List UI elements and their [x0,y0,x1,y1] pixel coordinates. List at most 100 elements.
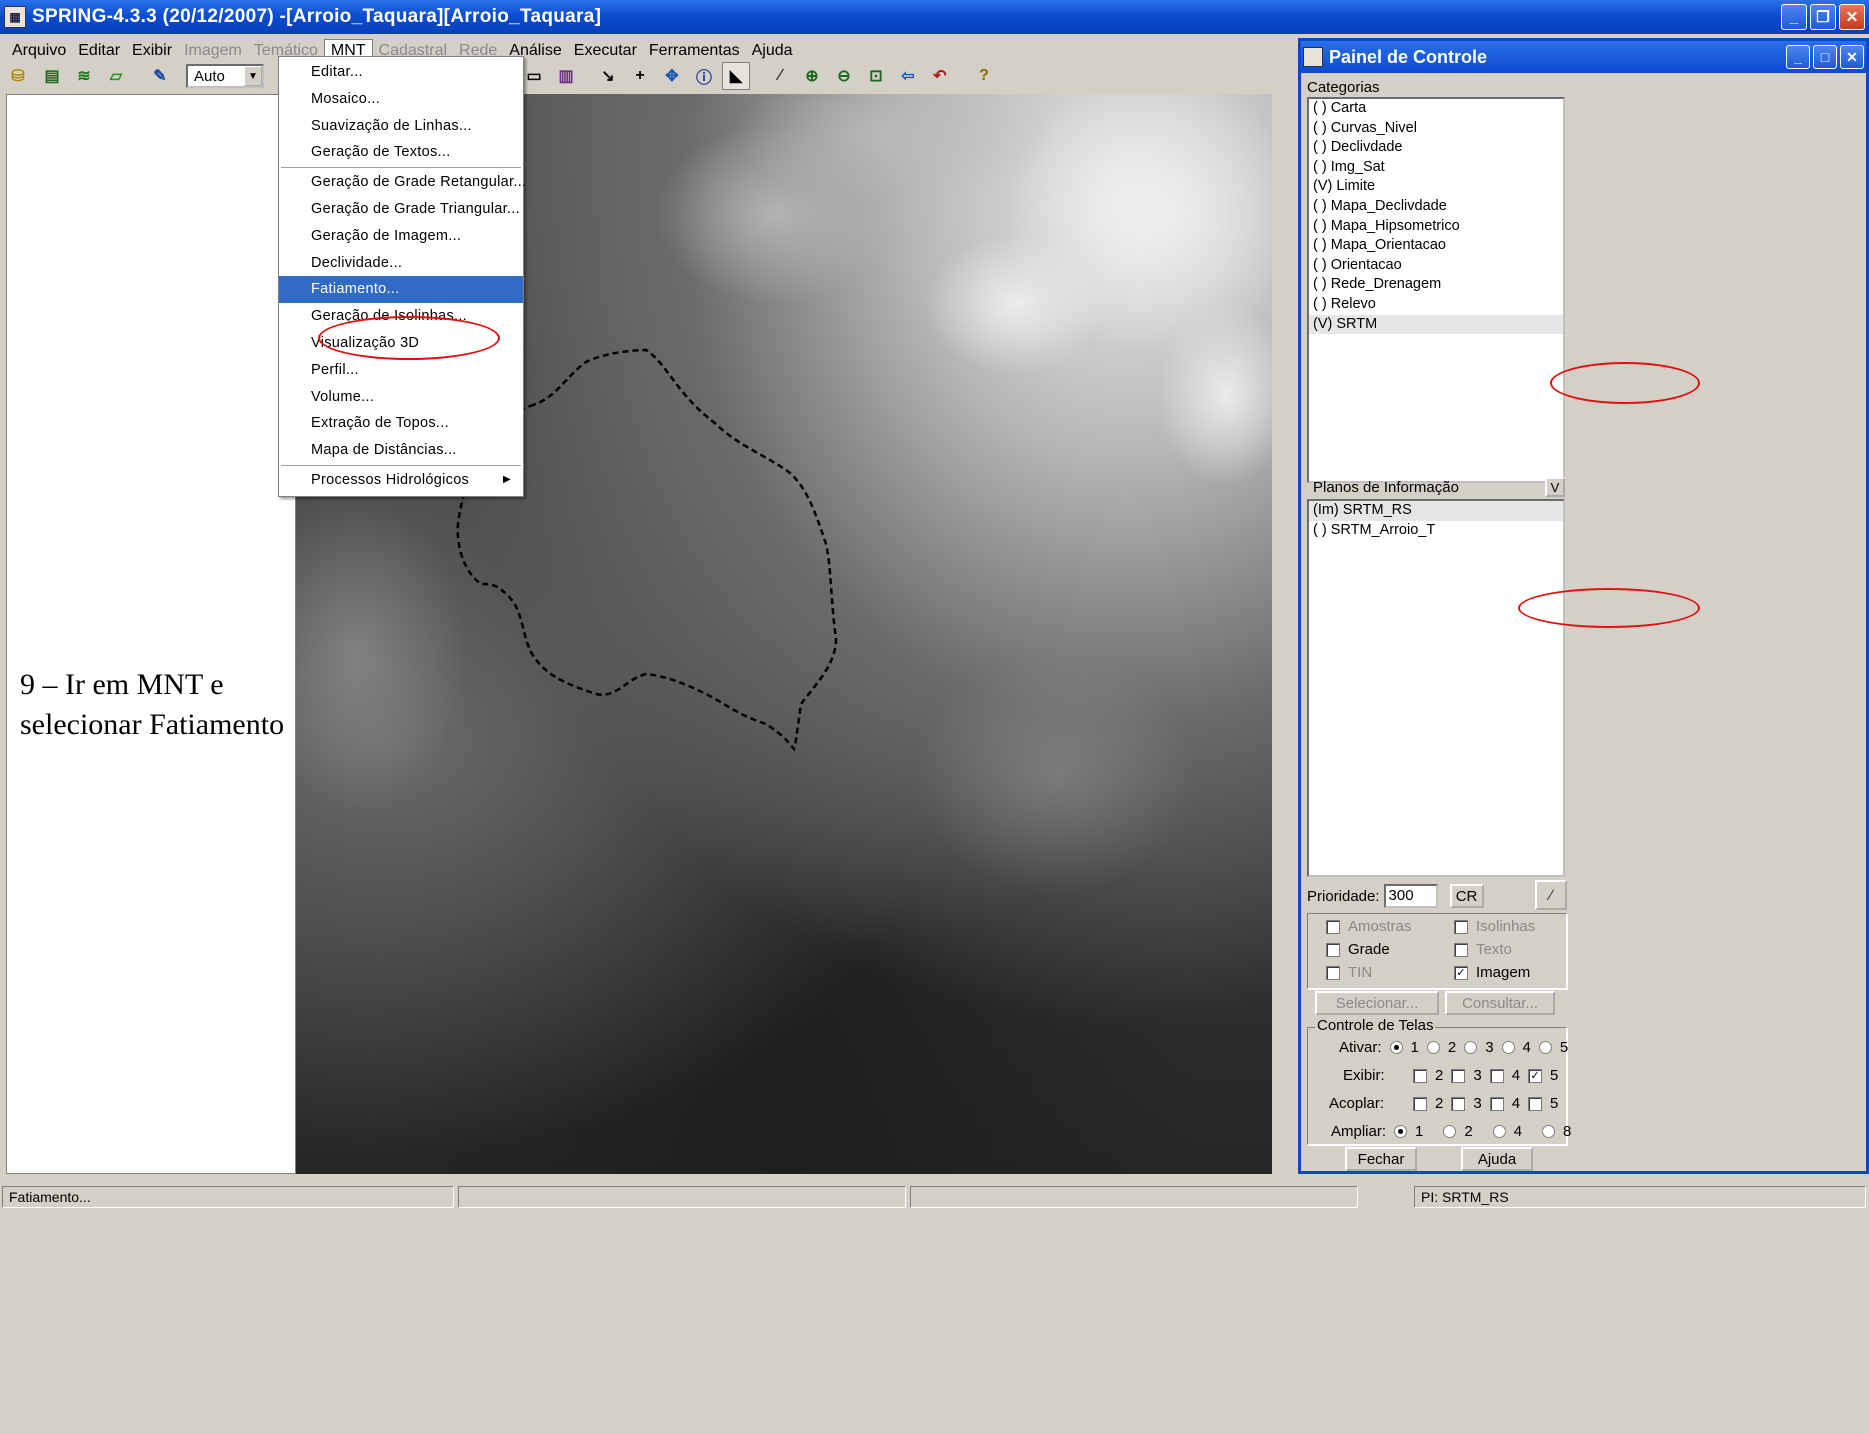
mnt-grade-triangular-item[interactable]: Geração de Grade Triangular... [279,196,523,223]
menu-arquivo[interactable]: Arquivo [6,40,72,62]
category-item[interactable]: ( ) Relevo [1309,295,1563,315]
amostras-checkbox[interactable] [1326,919,1340,934]
planos-list[interactable]: (Im) SRTM_RS ( ) SRTM_Arroio_T [1307,499,1565,877]
mnt-mapa-distancias-item[interactable]: Mapa de Distâncias... [279,437,523,464]
category-item[interactable]: ( ) Mapa_Declivdade [1309,197,1563,217]
mnt-extracao-topos-item[interactable]: Extração de Topos... [279,410,523,437]
mnt-declividade-item[interactable]: Declividade... [279,250,523,277]
category-item[interactable]: (V) Limite [1309,177,1563,197]
cr-button[interactable]: CR [1449,884,1484,908]
close-icon[interactable]: ✕ [1840,45,1864,69]
ampliar-radio-1[interactable] [1394,1125,1408,1138]
restore-icon[interactable]: ❐ [1810,4,1836,30]
ampliar-radio-8[interactable] [1542,1125,1556,1138]
zoom-area-icon[interactable]: ⊡ [862,62,890,90]
menu-imagem[interactable]: Imagem [178,40,248,62]
exibir-checkbox-5[interactable]: ✓ [1528,1068,1543,1083]
grade-option[interactable]: Grade [1326,941,1390,958]
texto-checkbox[interactable] [1454,942,1468,957]
imagem-option[interactable]: ✓ Imagem [1454,964,1530,981]
menu-ferramentas[interactable]: Ferramentas [643,40,746,62]
project-icon[interactable]: ▤ [38,62,66,90]
tin-checkbox[interactable] [1326,965,1340,980]
ajuda-button[interactable]: Ajuda [1461,1147,1533,1171]
edit-line-icon[interactable]: ∕ [766,62,794,90]
mnt-suavizacao-item[interactable]: Suavização de Linhas... [279,113,523,140]
category-item[interactable]: ( ) Mapa_Orientacao [1309,236,1563,256]
prioridade-input[interactable]: 300 [1383,884,1438,908]
pan-icon[interactable]: ✥ [658,62,686,90]
minimize-icon[interactable]: _ [1786,45,1810,69]
edit-pencil-icon[interactable]: ∕ [1535,880,1567,910]
close-icon[interactable]: ✕ [1839,4,1865,30]
acoplar-checkbox-3[interactable] [1451,1096,1466,1111]
zoom-select[interactable]: Auto ▼ [186,64,264,88]
grade-checkbox[interactable] [1326,942,1340,957]
chevron-down-icon[interactable]: ▼ [244,66,262,86]
mnt-geracao-textos-item[interactable]: Geração de Textos... [279,139,523,166]
planos-toggle-button[interactable]: V [1545,477,1565,497]
zoom-out-icon[interactable]: ⊖ [830,62,858,90]
category-item[interactable]: ( ) Declivdade [1309,138,1563,158]
amostras-option[interactable]: Amostras [1326,918,1411,935]
exibir-checkbox-4[interactable] [1489,1068,1504,1083]
control-panel-title-bar[interactable]: Painel de Controle _ □ ✕ [1301,41,1866,73]
isolinhas-option[interactable]: Isolinhas [1454,918,1535,935]
category-item[interactable]: ( ) Img_Sat [1309,158,1563,178]
menu-executar[interactable]: Executar [568,40,643,62]
mnt-perfil-item[interactable]: Perfil... [279,357,523,384]
database-icon[interactable]: ⛁ [4,62,32,90]
acoplar-checkbox-2[interactable] [1413,1096,1427,1111]
plano-item[interactable]: ( ) SRTM_Arroio_T [1309,521,1563,541]
ativar-radio-1[interactable] [1389,1041,1403,1054]
acoplar-checkbox-4[interactable] [1489,1096,1504,1111]
ativar-radio-2[interactable] [1426,1041,1440,1054]
mnt-mosaico-item[interactable]: Mosaico... [279,86,523,113]
draw-icon[interactable]: ✎ [146,62,174,90]
minimize-icon[interactable]: _ [1781,4,1807,30]
mnt-visualizacao-3d-item[interactable]: Visualização 3D [279,330,523,357]
mnt-isolinhas-item[interactable]: Geração de Isolinhas... [279,303,523,330]
menu-editar[interactable]: Editar [72,40,126,62]
mnt-editar-item[interactable]: Editar... [279,59,523,86]
imagem-checkbox[interactable]: ✓ [1454,965,1468,980]
menu-ajuda[interactable]: Ajuda [746,40,799,62]
info-icon[interactable]: ⓘ [690,62,718,90]
grid-view-icon[interactable]: ▥ [552,62,580,90]
layers-icon[interactable]: ≋ [70,62,98,90]
category-item[interactable]: ( ) Curvas_Nivel [1309,119,1563,139]
plano-item-srtm-rs[interactable]: (Im) SRTM_RS [1309,501,1563,521]
selecionar-button[interactable]: Selecionar... [1315,991,1439,1015]
category-item[interactable]: ( ) Mapa_Hipsometrico [1309,217,1563,237]
zoom-in-icon[interactable]: ⊕ [798,62,826,90]
texto-option[interactable]: Texto [1454,941,1512,958]
cursor-icon[interactable]: ↘ [594,62,622,90]
query-icon[interactable]: ◣ [722,62,750,90]
app-icon[interactable]: ▦ [4,6,26,28]
categories-list[interactable]: ( ) Carta ( ) Curvas_Nivel ( ) Declivdad… [1307,97,1565,483]
mnt-fatiamento-item[interactable]: Fatiamento... [279,276,523,304]
ampliar-radio-2[interactable] [1443,1125,1457,1138]
help-icon[interactable]: ? [970,62,998,90]
exibir-checkbox-3[interactable] [1451,1068,1466,1083]
ativar-radio-3[interactable] [1464,1041,1478,1054]
mnt-geracao-imagem-item[interactable]: Geração de Imagem... [279,223,523,250]
exibir-checkbox-2[interactable] [1413,1068,1427,1083]
menu-exibir[interactable]: Exibir [126,40,178,62]
ampliar-radio-4[interactable] [1492,1125,1506,1138]
category-item[interactable]: ( ) Carta [1309,99,1563,119]
maximize-icon[interactable]: □ [1813,45,1837,69]
ativar-radio-4[interactable] [1501,1041,1515,1054]
screen-icon[interactable]: ▭ [520,62,548,90]
crosshair-icon[interactable]: + [626,62,654,90]
back-arrow-icon[interactable]: ⇦ [894,62,922,90]
mnt-processos-hidrologicos-item[interactable]: Processos Hidrológicos ▶ [279,467,523,494]
category-item[interactable]: ( ) Orientacao [1309,256,1563,276]
ativar-radio-5[interactable] [1538,1041,1552,1054]
mnt-volume-item[interactable]: Volume... [279,384,523,411]
mnt-grade-retangular-item[interactable]: Geração de Grade Retangular... [279,169,526,196]
fechar-button[interactable]: Fechar [1345,1147,1417,1171]
acoplar-checkbox-5[interactable] [1528,1096,1543,1111]
tin-option[interactable]: TIN [1326,964,1372,981]
isolinhas-checkbox[interactable] [1454,919,1468,934]
